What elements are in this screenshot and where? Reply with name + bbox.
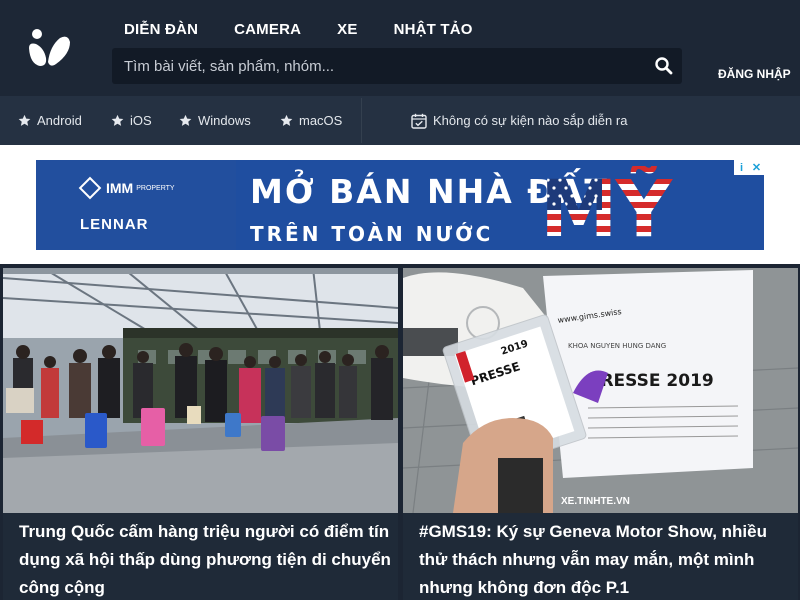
star-icon (18, 114, 31, 126)
ad-area: IMM PROPERTY LENNAR MỞ BÁN NHÀ ĐẤT TRÊN … (0, 145, 800, 264)
search-box (112, 48, 682, 84)
imm-brand: IMM (106, 180, 134, 196)
ad-banner[interactable]: IMM PROPERTY LENNAR MỞ BÁN NHÀ ĐẤT TRÊN … (36, 160, 764, 250)
imm-logo: IMM PROPERTY (78, 176, 175, 200)
nav-nhat-tao[interactable]: NHẬT TẢO (394, 21, 473, 38)
nav-camera[interactable]: CAMERA (234, 21, 301, 38)
article-title[interactable]: #GMS19: Ký sự Geneva Motor Show, nhiều t… (419, 518, 791, 600)
subnav-item-label: macOS (299, 113, 343, 128)
nav-forum[interactable]: DIỄN ĐÀN (124, 21, 198, 38)
article-card[interactable]: KHOA NGUYEN HUNG DANG PRESSE 2019 www.gi… (403, 268, 798, 600)
subnav-item-android[interactable]: Android (18, 96, 82, 145)
ad-brand-panel: IMM PROPERTY LENNAR (36, 160, 236, 250)
subnav-divider (361, 98, 362, 143)
calendar-check-icon (411, 113, 427, 129)
main-nav: DIỄN ĐÀN CAMERA XE NHẬT TẢO (124, 21, 509, 38)
subnav-item-label: Android (37, 113, 82, 128)
svg-text:KHOA NGUYEN HUNG DANG: KHOA NGUYEN HUNG DANG (568, 342, 666, 350)
subnav-item-macos[interactable]: macOS (280, 96, 342, 145)
ad-controls: i ✕ (734, 160, 764, 175)
imm-brand-suffix: PROPERTY (136, 184, 175, 192)
star-icon (179, 114, 192, 126)
article-title[interactable]: Trung Quốc cấm hàng triệu người có điểm … (19, 518, 391, 600)
lennar-logo: LENNAR (80, 216, 149, 233)
subnav-item-label: iOS (130, 113, 152, 128)
subnav-item-windows[interactable]: Windows (179, 96, 251, 145)
article-image-train-station (3, 268, 398, 513)
star-icon (280, 114, 293, 126)
article-card[interactable]: Trung Quốc cấm hàng triệu người có điểm … (3, 268, 398, 600)
site-header: DIỄN ĐÀN CAMERA XE NHẬT TẢO ĐĂNG NHẬP (0, 0, 800, 96)
ad-info-icon[interactable]: i (734, 160, 749, 175)
event-notice-label: Không có sự kiện nào sắp diễn ra (433, 113, 628, 128)
nav-xe[interactable]: XE (337, 21, 357, 38)
login-button[interactable]: ĐĂNG NHẬP (718, 67, 791, 81)
tinhte-logo-icon[interactable] (26, 26, 72, 70)
sub-nav: Android iOS Windows macOS Không có sự ki… (0, 96, 800, 145)
subnav-item-ios[interactable]: iOS (111, 96, 152, 145)
search-icon[interactable] (654, 56, 674, 76)
article-image-press-badge: KHOA NGUYEN HUNG DANG PRESSE 2019 www.gi… (403, 268, 798, 513)
star-icon (111, 114, 124, 126)
search-input[interactable] (112, 48, 642, 84)
event-notice[interactable]: Không có sự kiện nào sắp diễn ra (411, 96, 627, 145)
us-flag-text-graphic: MỸ (540, 166, 674, 246)
image-watermark: XE.TINHTE.VN (561, 496, 630, 507)
imm-mark-icon (78, 176, 102, 200)
subnav-item-label: Windows (198, 113, 251, 128)
ad-close-icon[interactable]: ✕ (749, 160, 764, 175)
ad-subheadline: TRÊN TOÀN NƯỚC (250, 222, 494, 246)
